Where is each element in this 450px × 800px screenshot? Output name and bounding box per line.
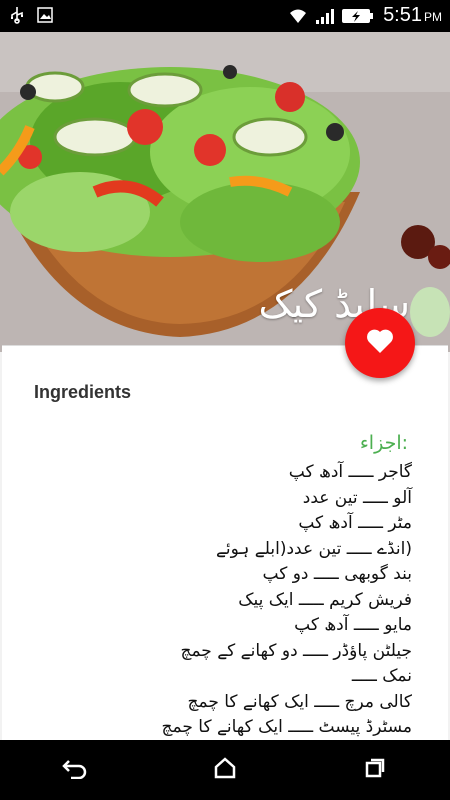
ingredients-list: گاجر ـــــ آدھ کپ آلو ـــــ تین عدد مٹر … bbox=[2, 460, 412, 741]
wifi-icon bbox=[289, 7, 307, 25]
ingredient-line: جیلٹن پاؤڈر ـــــ دو کھانے کے چمچ bbox=[180, 640, 412, 661]
recipe-hero-image: سلیڈ کیک bbox=[0, 32, 450, 352]
back-icon bbox=[62, 757, 88, 783]
favorite-button[interactable] bbox=[345, 308, 415, 378]
ingredient-line: فریش کریم ـــــ ایک پیک bbox=[238, 589, 412, 610]
home-button[interactable] bbox=[195, 740, 255, 800]
clock-ampm: PM bbox=[424, 10, 442, 24]
image-icon bbox=[36, 6, 54, 24]
battery-charging-icon bbox=[341, 7, 375, 25]
ingredient-line: (انڈے ـــــ تین عدد(ابلے ہوئے bbox=[215, 538, 412, 559]
ingredients-card[interactable]: Ingredients :اجزاء گاجر ـــــ آدھ کپ آلو… bbox=[2, 345, 448, 746]
ingredient-line: مسٹرڈ پیسٹ ـــــ ایک کھانے کا چمچ bbox=[161, 717, 412, 737]
home-icon bbox=[213, 756, 237, 784]
system-nav-bar bbox=[0, 740, 450, 800]
ingredients-heading: :اجزاء bbox=[359, 432, 408, 454]
ingredient-line: آلو ـــــ تین عدد bbox=[302, 487, 412, 508]
heart-icon bbox=[366, 328, 394, 358]
recents-icon bbox=[363, 756, 387, 784]
back-button[interactable] bbox=[45, 740, 105, 800]
usb-icon bbox=[8, 6, 26, 24]
ingredients-title: Ingredients bbox=[34, 382, 132, 402]
ingredient-line: مٹر ـــــ آدھ کپ bbox=[298, 513, 412, 533]
status-bar: 5:51 PM bbox=[0, 0, 450, 32]
ingredient-line: گاجر ـــــ آدھ کپ bbox=[288, 462, 412, 482]
ingredient-line: مایو ـــــ آدھ کپ bbox=[294, 615, 412, 635]
ingredient-line: کالی مرچ ـــــ ایک کھانے کا چمچ bbox=[187, 691, 412, 712]
ingredient-line: بند گوبھی ـــــ دو کپ bbox=[262, 564, 412, 584]
signal-icon bbox=[315, 7, 335, 25]
ingredient-line: نمک ـــــ bbox=[351, 666, 412, 686]
clock-time: 5:51 bbox=[383, 4, 422, 26]
recents-button[interactable] bbox=[345, 740, 405, 800]
